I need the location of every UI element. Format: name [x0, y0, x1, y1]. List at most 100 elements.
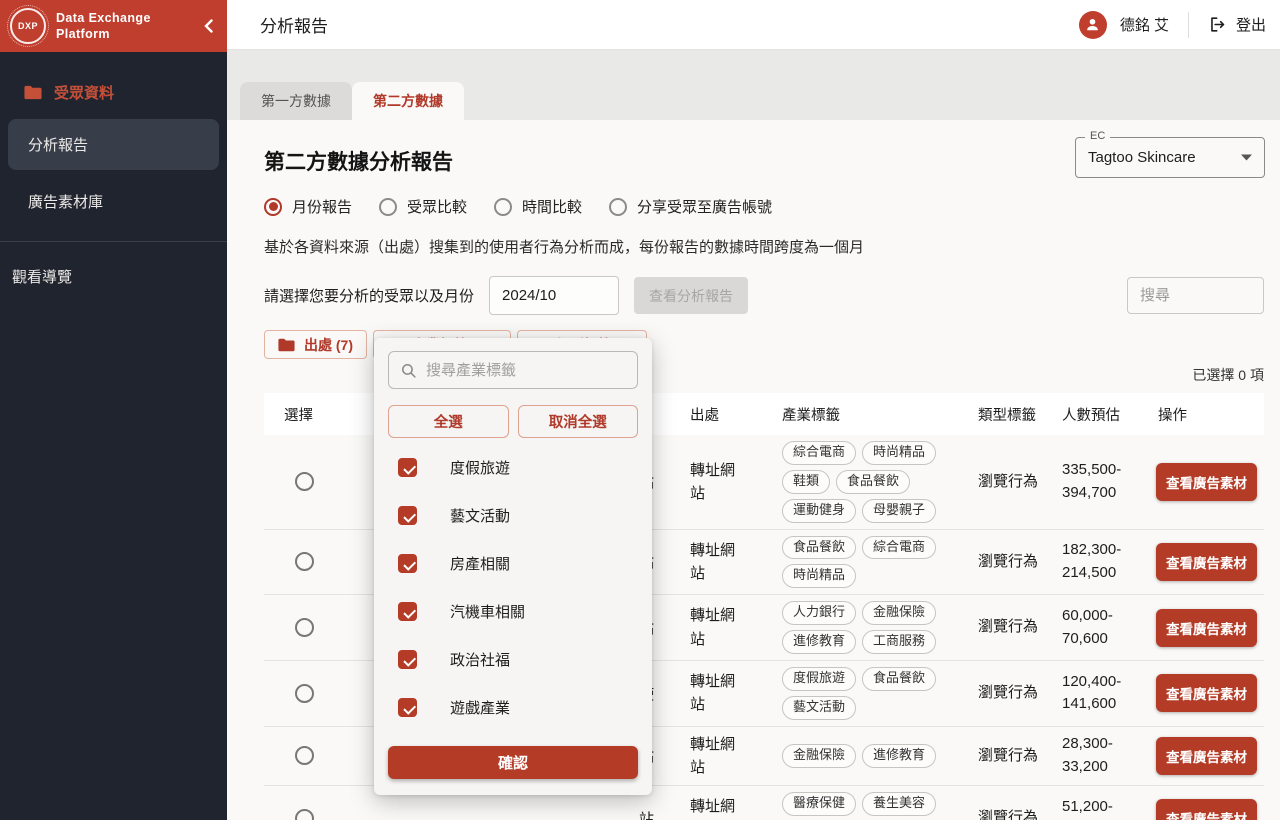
topbar-divider: [1187, 11, 1189, 38]
source-cell: 轉址網站: [690, 461, 736, 502]
industry-tag-pill: 醫療保健: [782, 792, 857, 816]
checkbox-icon[interactable]: [398, 650, 417, 669]
sidebar-section-audience-data[interactable]: 受眾資料: [0, 72, 227, 119]
industry-tag-pill: 養生美容: [862, 792, 937, 816]
tag-option-label: 度假旅遊: [450, 460, 511, 477]
tag-option[interactable]: 房產相關: [398, 553, 638, 574]
logout-label: 登出: [1235, 17, 1266, 34]
industry-tag-pill: 進修教育: [862, 743, 937, 768]
tab-second-party-data[interactable]: 第二方數據: [352, 82, 464, 120]
view-ad-creative-button[interactable]: 查看廣告素材: [1156, 542, 1257, 581]
industry-tag-pill: 度假旅遊: [782, 666, 857, 691]
view-ad-creative-button[interactable]: 查看廣告素材: [1156, 799, 1257, 820]
sidebar-collapse-icon[interactable]: [204, 19, 213, 33]
caret-down-icon: [1241, 154, 1252, 161]
type-tag-cell: 瀏覽行為: [978, 552, 1039, 570]
industry-tags-cell: 綜合電商 時尚精品 鞋類 食品餐飲 運動健身 母嬰親子: [766, 441, 962, 523]
audience-name-fragment: 站: [638, 810, 654, 820]
view-ad-creative-button[interactable]: 查看廣告素材: [1156, 608, 1257, 647]
checkbox-icon[interactable]: [398, 458, 417, 477]
ec-select[interactable]: EC Tagtoo Skincare: [1075, 130, 1265, 178]
industry-tag-pill: 食品餐飲: [836, 469, 911, 494]
column-industry-tags: 產業標籤: [782, 407, 840, 424]
topbar-right: 德銘 艾 登出: [1078, 10, 1266, 39]
tag-search-box[interactable]: [388, 351, 638, 389]
report-type-radios: 月份報告 受眾比較 時間比較 分享受眾至廣告帳號: [264, 196, 1264, 217]
deselect-all-button[interactable]: 取消全選: [517, 405, 638, 438]
logout-icon: [1208, 15, 1227, 34]
sidebar-item-analysis-report[interactable]: 分析報告: [8, 119, 219, 170]
column-source: 出處: [690, 407, 719, 424]
industry-tag-pill: 食品餐飲: [782, 535, 857, 560]
column-estimate: 人數預估: [1062, 407, 1120, 424]
select-all-button[interactable]: 全選: [388, 405, 509, 438]
estimate-cell: 182,300- 214,500: [1062, 541, 1122, 581]
confirm-button[interactable]: 確認: [388, 746, 638, 779]
industry-tag-pill: 時尚精品: [862, 441, 937, 465]
logo-line2: Platform: [56, 27, 110, 41]
search-input[interactable]: [1127, 277, 1264, 314]
estimate-cell: 335,500- 394,700: [1062, 461, 1122, 501]
tag-option-label: 遊戲產業: [450, 700, 511, 717]
dxp-logo: DXP: [7, 5, 49, 47]
row-select-radio[interactable]: [294, 618, 314, 638]
radio-time-compare[interactable]: 時間比較: [494, 196, 582, 217]
column-action: 操作: [1158, 407, 1187, 424]
radio-monthly-report[interactable]: 月份報告: [264, 196, 352, 217]
tag-search-input[interactable]: [426, 361, 626, 379]
type-tag-cell: 瀏覽行為: [978, 684, 1039, 701]
filter-source-button[interactable]: 出處 (7): [264, 330, 367, 359]
view-ad-creative-button[interactable]: 查看廣告素材: [1156, 462, 1257, 501]
view-ad-creative-button[interactable]: 查看廣告素材: [1156, 736, 1257, 775]
checkbox-icon[interactable]: [398, 602, 417, 621]
sidebar-item-ad-creative-library[interactable]: 廣告素材庫: [0, 176, 227, 227]
action-cell: 查看廣告素材: [1142, 799, 1264, 820]
industry-tag-dropdown: 全選 取消全選 度假旅遊藝文活動房產相關汽機車相關政治社福遊戲產業 確認: [374, 338, 652, 795]
row-select-radio[interactable]: [294, 808, 314, 820]
checkbox-icon[interactable]: [398, 506, 417, 525]
row-select-radio[interactable]: [294, 552, 314, 572]
tag-bulk-buttons: 全選 取消全選: [388, 405, 638, 438]
view-analysis-report-button[interactable]: 查看分析報告: [634, 277, 749, 314]
estimate-cell: 51,200-60,200: [1062, 797, 1113, 815]
type-tag-cell: 瀏覽行為: [978, 472, 1039, 490]
radio-label: 分享受眾至廣告帳號: [637, 199, 773, 216]
tag-option-list: 度假旅遊藝文活動房產相關汽機車相關政治社福遊戲產業: [388, 457, 638, 718]
radio-audience-compare[interactable]: 受眾比較: [379, 196, 467, 217]
column-type-tags: 類型標籤: [978, 407, 1036, 424]
folder-icon: [24, 85, 42, 100]
industry-tag-pill: 金融保險: [862, 601, 937, 626]
month-input[interactable]: [489, 276, 620, 315]
industry-tag-pill: 進修教育: [782, 630, 857, 654]
radio-icon: [264, 197, 282, 216]
tag-option[interactable]: 政治社福: [398, 649, 638, 670]
action-cell: 查看廣告素材: [1142, 462, 1264, 501]
type-tag-cell: 瀏覽行為: [978, 746, 1039, 764]
user-name: 德銘 艾: [1119, 17, 1169, 34]
action-cell: 查看廣告素材: [1142, 674, 1264, 713]
user-avatar[interactable]: [1078, 10, 1107, 39]
industry-tag-pill: 人力銀行: [782, 601, 857, 626]
logout-button[interactable]: 登出: [1208, 14, 1266, 35]
type-tag-cell: 瀏覽行為: [978, 618, 1039, 636]
view-ad-creative-button[interactable]: 查看廣告素材: [1156, 674, 1257, 713]
checkbox-icon[interactable]: [398, 554, 417, 573]
tab-first-party-data[interactable]: 第一方數據: [240, 82, 352, 120]
row-select-radio[interactable]: [294, 746, 314, 766]
sidebar-item-view-tour[interactable]: 觀看導覽: [0, 252, 227, 301]
row-select-radio[interactable]: [294, 472, 314, 492]
checkbox-icon[interactable]: [398, 698, 417, 717]
industry-tag-pill: 運動健身: [782, 498, 857, 523]
industry-tags-cell: 人力銀行 金融保險 進修教育 工商服務: [766, 601, 962, 654]
tag-option[interactable]: 汽機車相關: [398, 601, 638, 622]
industry-tag-pill: 母嬰親子: [862, 498, 937, 523]
source-cell: 轉址網站: [690, 735, 736, 776]
month-picker-label: 請選擇您要分析的受眾以及月份: [264, 288, 475, 305]
row-select-radio[interactable]: [294, 683, 314, 703]
tag-option[interactable]: 藝文活動: [398, 505, 638, 526]
tag-option[interactable]: 遊戲產業: [398, 697, 638, 718]
source-cell: 轉址網站: [690, 541, 736, 582]
source-cell: 轉址網站: [690, 798, 736, 816]
tag-option[interactable]: 度假旅遊: [398, 457, 638, 478]
radio-share-audience[interactable]: 分享受眾至廣告帳號: [609, 196, 772, 217]
